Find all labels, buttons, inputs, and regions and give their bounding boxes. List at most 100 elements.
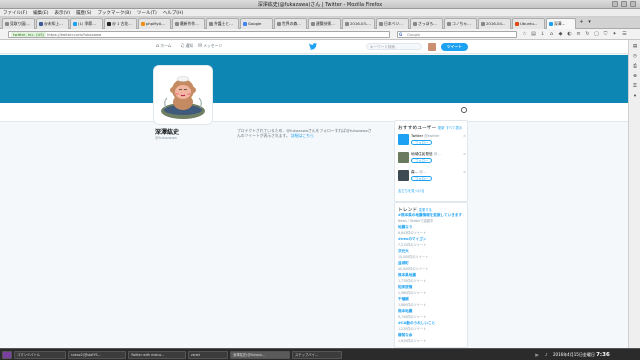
nav-home[interactable]: ⌂ ホーム	[156, 43, 171, 49]
user-avatar[interactable]	[398, 170, 409, 181]
volume-icon[interactable]: ♪	[545, 351, 547, 359]
trend-item[interactable]: #熊本県の地震情報を拡散していきます News / Twitterで話題中	[398, 213, 466, 223]
maximize-button[interactable]	[621, 1, 627, 7]
menu-view[interactable]: 表示(V)	[51, 9, 73, 17]
menu-tools[interactable]: ツール(T)	[134, 9, 160, 17]
trend-item[interactable]: 熊本地震 9,740件のツイート	[398, 309, 466, 319]
taskbar-task-active[interactable]: 深澤紘史(@fukaza...	[230, 351, 290, 359]
browser-tab[interactable]: phpMyA...	[138, 18, 171, 29]
browser-tab[interactable]: コノちゃ...	[444, 18, 477, 29]
extension-icon[interactable]: ✦	[611, 31, 618, 38]
user-name[interactable]: Twitter @twitter	[411, 134, 440, 138]
menu-help[interactable]: ヘルプ(H)	[160, 9, 186, 17]
zoom-icon[interactable]: ⊕	[632, 74, 638, 80]
trend-item[interactable]: 熊本県地震 1,770件のツイート	[398, 273, 466, 283]
dismiss-icon[interactable]: ×	[463, 170, 466, 174]
trend-item[interactable]: 地震なう 6,843件のツイート	[398, 225, 466, 235]
browser-tab-active[interactable]: 深澤...	[546, 18, 576, 29]
shield-icon[interactable]: ⛉	[602, 31, 609, 38]
dismiss-icon[interactable]: ×	[463, 134, 466, 138]
follow-button[interactable]: フォロー	[411, 158, 433, 163]
browser-tab[interactable]: さっぽろ...	[410, 18, 443, 29]
scroll-down-icon[interactable]: ▾	[632, 94, 638, 100]
history-sidebar-icon[interactable]: ◷	[632, 54, 638, 60]
browser-tab[interactable]: 日本ベジ...	[376, 18, 409, 29]
url-bar[interactable]: twitter, Inc. (US) https://twitter.com/f…	[8, 31, 390, 38]
menu-icon[interactable]: ☰	[621, 31, 628, 38]
profile-avatar[interactable]	[154, 66, 212, 124]
browser-tab[interactable]: 2016-04...	[478, 18, 511, 29]
screenshot-icon[interactable]: ▢	[593, 31, 600, 38]
trend-item[interactable]: #nexのマイゴン 7,212件のツイート	[398, 237, 466, 247]
user-name[interactable]: 地域住民発信 @...	[411, 152, 441, 157]
menu-bookmarks[interactable]: ブックマーク(B)	[94, 9, 134, 17]
browser-tab[interactable]: 見取り図(...	[2, 18, 35, 29]
keyboard-locale[interactable]: jp	[535, 351, 538, 359]
menu-history[interactable]: 履歴(S)	[73, 9, 94, 17]
home-icon[interactable]: ⌂	[548, 31, 555, 38]
user-name[interactable]: 森... @...	[411, 170, 426, 175]
avatar[interactable]	[428, 43, 436, 51]
browser-tab[interactable]: 世界の森...	[274, 18, 307, 29]
browser-tab[interactable]: @未知上...	[36, 18, 69, 29]
tab-label: Ubuntu...	[520, 21, 538, 26]
addon-icon[interactable]: ◆	[557, 31, 564, 38]
taskbar-task[interactable]: zsnet	[188, 351, 228, 359]
taskbar-task[interactable]: sneoz2(@stafYS...	[68, 351, 126, 359]
gear-icon[interactable]	[461, 107, 467, 113]
taskbar-task[interactable]: Twitter with malco...	[128, 351, 186, 359]
dismiss-icon[interactable]: ×	[463, 152, 466, 156]
taskbar-task[interactable]: ステップバイ...	[292, 351, 342, 359]
url-text[interactable]: https://twitter.com/fukazawa	[47, 32, 101, 37]
user-avatar[interactable]	[398, 152, 409, 163]
browser-tab[interactable]: 最新作作...	[172, 18, 205, 29]
site-identity[interactable]: twitter, Inc. (US)	[11, 32, 47, 37]
browser-tab[interactable]: (1) 季節...	[70, 18, 103, 29]
twitter-logo-icon[interactable]	[309, 43, 317, 52]
trends-change-link[interactable]: 変更する	[419, 208, 432, 212]
browser-tab[interactable]: Ubuntu...	[512, 18, 545, 29]
tab-list-icon[interactable]: ▾	[586, 19, 593, 28]
new-tab-icon[interactable]: +	[578, 19, 585, 28]
minimize-button[interactable]	[612, 1, 618, 7]
download-icon[interactable]: ↓	[539, 31, 546, 38]
lock-icon[interactable]: ⚿	[632, 84, 638, 90]
browser-tab[interactable]: 弁護士と...	[206, 18, 239, 29]
taskbar-clock[interactable]: 2016年4月15日金曜日 7:36	[553, 351, 610, 359]
reader-icon[interactable]: ≡	[575, 31, 582, 38]
trend-item[interactable]: 知床旅情 1,960件のツイート	[398, 285, 466, 295]
protected-learn-more-link[interactable]: 詳細はこちら	[291, 133, 314, 138]
star-icon[interactable]: ☆	[521, 31, 528, 38]
follow-button[interactable]: フォロー	[411, 176, 433, 181]
browser-search-input[interactable]: G Google	[397, 31, 517, 38]
twitter-search-input[interactable]: キーワード検索	[366, 43, 422, 50]
nav-messages[interactable]: ✉ メッセージ	[198, 43, 222, 49]
close-button[interactable]	[630, 1, 636, 7]
browser-tab[interactable]: 2016-03-...	[342, 18, 375, 29]
trend-item[interactable]: 次元大 10,000件のツイート	[398, 249, 466, 259]
trend-item[interactable]: 千種観 1,880件のツイート	[398, 297, 466, 307]
refresh-link[interactable]: 更新	[438, 126, 445, 130]
find-friends-link[interactable]: 友だちを見つける	[398, 188, 424, 193]
menu-file[interactable]: ファイル(F)	[0, 9, 30, 17]
trend-item[interactable]: 益城町 40,000件のツイート	[398, 261, 466, 271]
pocket-icon[interactable]: ◐	[566, 31, 573, 38]
bookmarks-icon[interactable]: ▤	[530, 31, 537, 38]
view-all-link[interactable]: すべて表示	[446, 126, 462, 130]
bookmark-sidebar-icon[interactable]: ▤	[632, 44, 638, 50]
trend-item[interactable]: #CA勤のうれしいこと 1,220件のツイート	[398, 321, 466, 331]
trend-item[interactable]: 爆発な余 1,620件のツイート	[398, 333, 466, 343]
follow-button[interactable]: フォロー	[411, 140, 433, 145]
user-avatar[interactable]	[398, 134, 409, 145]
sync-icon[interactable]: ↻	[584, 31, 591, 38]
taskbar-app-icon[interactable]	[2, 351, 12, 359]
browser-tab[interactable]: Google	[240, 18, 273, 29]
menu-edit[interactable]: 編集(E)	[30, 9, 51, 17]
print-icon[interactable]: ⎙	[632, 64, 638, 70]
browser-tab[interactable]: 建築技術...	[308, 18, 341, 29]
tab-label: 弁護士と...	[214, 21, 233, 26]
nav-notifications[interactable]: ♫ 通知	[180, 43, 193, 49]
taskbar-task[interactable]: コマンドバトル	[14, 351, 66, 359]
tweet-button[interactable]: ツイート	[441, 43, 468, 51]
browser-tab[interactable]: @ 1 古花...	[104, 18, 137, 29]
